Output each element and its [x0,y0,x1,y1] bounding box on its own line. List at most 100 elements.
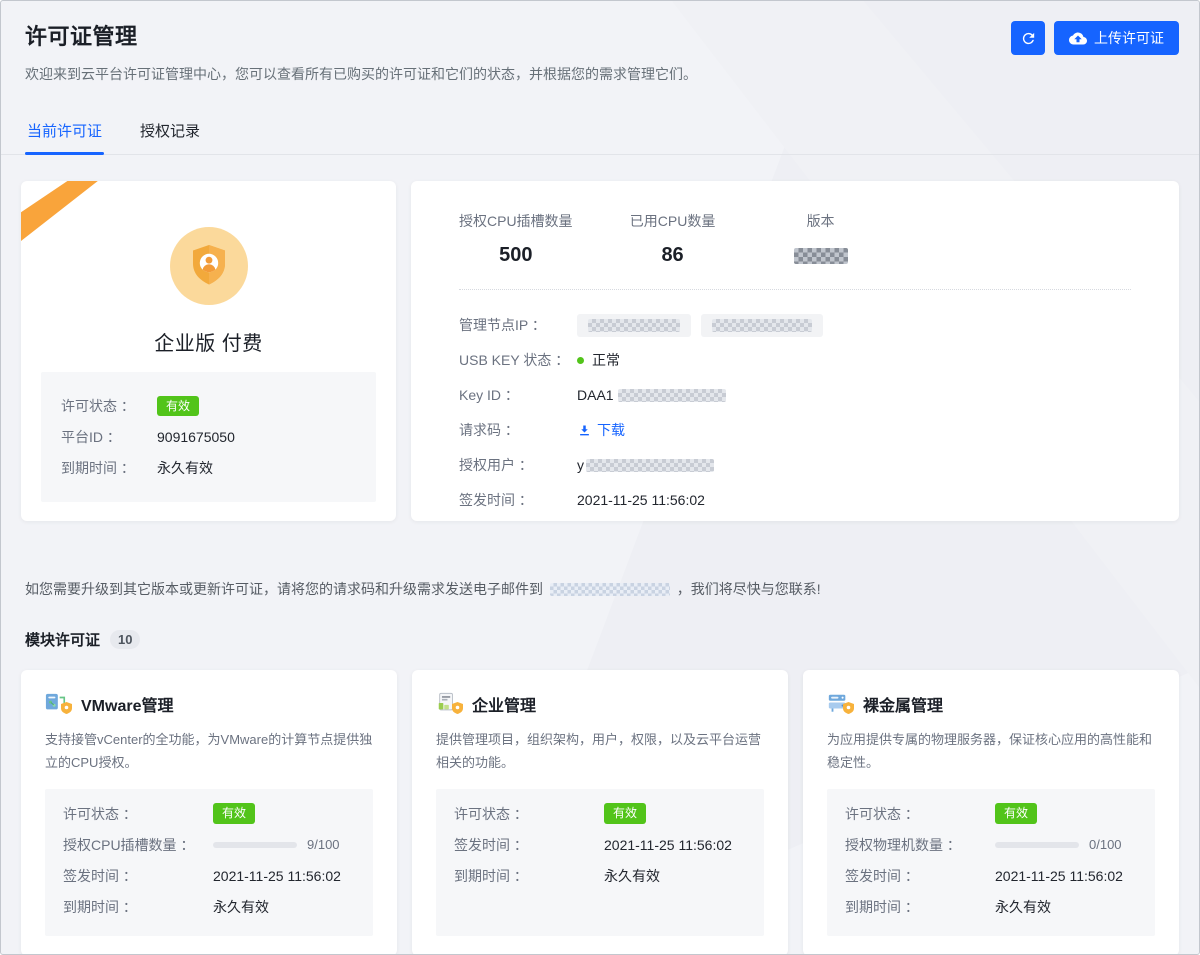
module-issued-value: 2021-11-25 11:56:02 [604,837,732,853]
stat-cpu-quota-label: 授权CPU插槽数量 [459,211,573,231]
shield-user-icon [189,244,229,288]
key-id-label: Key ID ： [459,385,577,405]
module-description: 为应用提供专属的物理服务器，保证核心应用的高性能和稳定性。 [827,729,1155,775]
module-card-baremetal: 裸金属管理 为应用提供专属的物理服务器，保证核心应用的高性能和稳定性。 许可状态… [803,670,1179,955]
usb-key-status-value: 正常 [592,350,620,370]
expire-time-value: 永久有效 [157,458,213,478]
licensed-user-prefix: y [577,457,584,473]
contact-email-masked-value [550,583,670,596]
license-management-page: 许可证管理 欢迎来到云平台许可证管理中心，您可以查看所有已购买的许可证和它们的状… [0,0,1200,955]
module-status-row: 许可状态 ： 有效 [454,802,746,825]
platform-id-row: 平台ID ： 9091675050 [61,426,356,448]
usb-key-status-row: USB KEY 状态 ： 正常 [459,348,1131,372]
module-quota-row: 授权CPU插槽数量 ： 9/100 [63,833,355,856]
module-description: 支持接管vCenter的全功能，为VMware的计算节点提供独立的CPU授权。 [45,729,373,775]
module-title: 企业管理 [472,692,536,716]
upload-license-button[interactable]: 上传许可证 [1054,21,1179,55]
module-quota-label: 授权物理机数量 ： [845,835,995,855]
platform-id-value: 9091675050 [157,429,235,445]
module-issued-value: 2021-11-25 11:56:02 [995,868,1123,884]
edition-title: 企业版 付费 [21,327,396,356]
module-info-box: 许可状态 ： 有效 授权物理机数量 ： 0/100 签发时间 ： 2021-11… [827,789,1155,936]
request-code-label: 请求码 ： [459,420,577,440]
module-expire-value: 永久有效 [604,866,660,886]
module-section-header: 模块许可证 10 [25,629,1175,650]
module-info-box: 许可状态 ： 有效 签发时间 ： 2021-11-25 11:56:02 到期时… [436,789,764,936]
dotted-divider [459,289,1131,290]
module-expire-row: 到期时间 ： 永久有效 [845,895,1137,918]
tab-current-license[interactable]: 当前许可证 [25,114,104,154]
module-issued-label: 签发时间 ： [63,866,213,886]
module-expire-row: 到期时间 ： 永久有效 [454,864,746,887]
module-issued-row: 签发时间 ： 2021-11-25 11:56:02 [63,864,355,887]
module-expire-label: 到期时间 ： [454,866,604,886]
quota-progress-bar [995,842,1079,848]
module-count-badge: 10 [110,630,140,650]
upload-button-label: 上传许可证 [1094,28,1164,48]
status-badge: 有效 [995,803,1037,823]
module-issued-row: 签发时间 ： 2021-11-25 11:56:02 [454,833,746,856]
module-status-row: 许可状态 ： 有效 [845,802,1137,825]
module-quota-label: 授权CPU插槽数量 ： [63,835,213,855]
module-expire-row: 到期时间 ： 永久有效 [63,895,355,918]
module-card-vmware: VMware管理 支持接管vCenter的全功能，为VMware的计算节点提供独… [21,670,397,955]
download-link-label: 下载 [597,420,625,440]
page-title: 许可证管理 [25,19,697,51]
key-id-prefix: DAA1 [577,387,614,403]
refresh-button[interactable] [1011,21,1045,55]
module-status-label: 许可状态 ： [63,804,213,824]
edition-card: 企业版 付费 许可状态 ： 有效 平台ID ： 9091675050 到期时间 … [21,181,396,521]
tab-bar: 当前许可证 授权记录 [1,114,1199,155]
stat-cpu-quota-value: 500 [459,244,573,267]
stat-version-masked-value [773,244,869,267]
quota-ratio: 9/100 [307,837,340,852]
usb-key-status-label: USB KEY 状态 ： [459,350,577,370]
enterprise-management-icon [436,692,462,716]
status-badge: 有效 [604,803,646,823]
green-status-dot-icon [577,357,584,364]
license-status-row: 许可状态 ： 有效 [61,395,356,417]
module-description: 提供管理项目，组织架构，用户，权限，以及云平台运营相关的功能。 [436,729,764,775]
tab-authorization-records[interactable]: 授权记录 [138,114,202,154]
module-card-enterprise: 企业管理 提供管理项目，组织架构，用户，权限，以及云平台运营相关的功能。 许可状… [412,670,788,955]
module-status-label: 许可状态 ： [454,804,604,824]
page-header: 许可证管理 欢迎来到云平台许可证管理中心，您可以查看所有已购买的许可证和它们的状… [21,1,1179,84]
module-issued-label: 签发时间 ： [845,866,995,886]
corner-ribbon-icon [21,181,101,241]
stat-cpu-used-value: 86 [625,244,721,267]
module-section-title: 模块许可证 [25,629,100,650]
baremetal-management-icon [827,692,853,716]
module-status-label: 许可状态 ： [845,804,995,824]
download-request-code-link[interactable]: 下载 [577,420,625,440]
expire-time-row: 到期时间 ： 永久有效 [61,457,356,479]
download-icon [577,423,592,438]
edition-info-box: 许可状态 ： 有效 平台ID ： 9091675050 到期时间 ： 永久有效 [41,372,376,502]
issued-time-label: 签发时间 ： [459,490,577,510]
module-issued-label: 签发时间 ： [454,835,604,855]
quota-ratio: 0/100 [1089,837,1122,852]
module-title: VMware管理 [81,692,173,716]
license-detail-card: 授权CPU插槽数量 500 已用CPU数量 86 版本 管理节点IP ： [411,181,1179,521]
licensed-user-masked-value [586,459,714,472]
stat-cpu-used: 已用CPU数量 86 [625,211,721,267]
module-info-box: 许可状态 ： 有效 授权CPU插槽数量 ： 9/100 签发时间 ： 2021-… [45,789,373,936]
status-badge: 有效 [157,396,199,416]
stat-cpu-used-label: 已用CPU数量 [625,211,721,231]
module-expire-label: 到期时间 ： [845,897,995,917]
license-status-label: 许可状态 ： [61,396,157,416]
stat-version-label: 版本 [773,211,869,231]
expire-time-label: 到期时间 ： [61,458,157,478]
module-expire-label: 到期时间 ： [63,897,213,917]
licensed-user-label: 授权用户 ： [459,455,577,475]
edition-badge-circle [170,227,248,305]
module-expire-value: 永久有效 [213,897,269,917]
stat-version: 版本 [773,211,869,267]
upgrade-notice-after: ，我们将尽快与您联系! [677,581,821,597]
platform-id-label: 平台ID ： [61,427,157,447]
module-status-row: 许可状态 ： 有效 [63,802,355,825]
license-stats: 授权CPU插槽数量 500 已用CPU数量 86 版本 [459,211,1131,267]
status-badge: 有效 [213,803,255,823]
upgrade-notice-before: 如您需要升级到其它版本或更新许可证，请将您的请求码和升级需求发送电子邮件到 [25,581,543,597]
upgrade-notice: 如您需要升级到其它版本或更新许可证，请将您的请求码和升级需求发送电子邮件到 ，我… [25,579,1175,599]
refresh-icon [1020,30,1037,47]
